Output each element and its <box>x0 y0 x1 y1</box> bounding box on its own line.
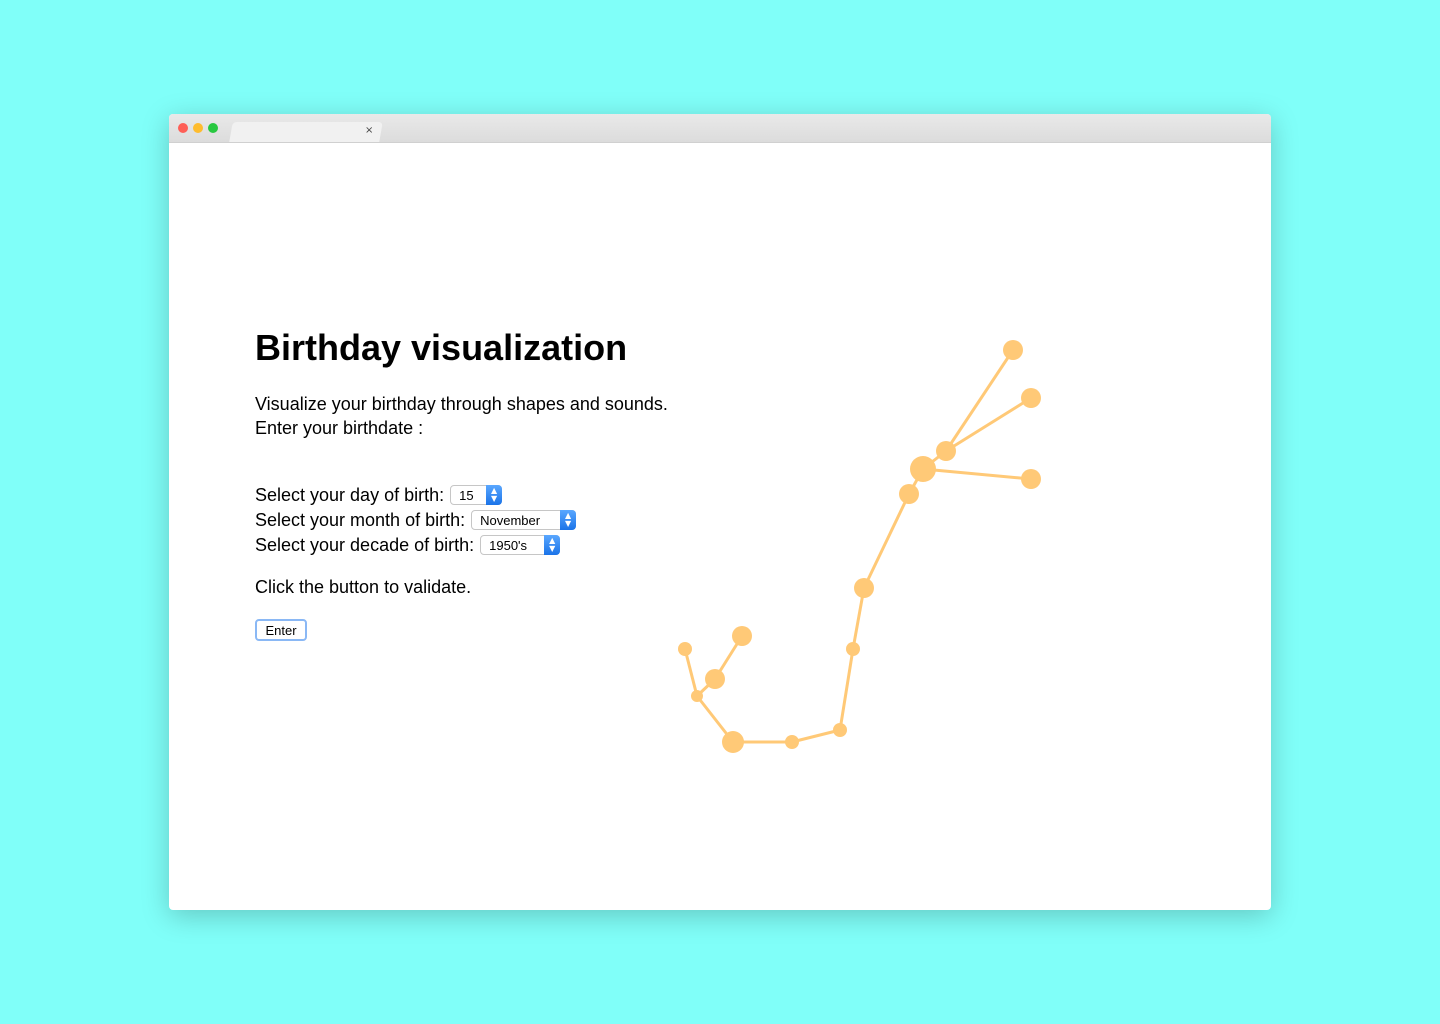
constellation-line <box>683 648 699 697</box>
constellation-star <box>854 578 874 598</box>
constellation-star <box>785 735 799 749</box>
browser-tab[interactable] <box>229 122 383 142</box>
browser-window: × Birthday visualization Visualize your … <box>169 114 1271 910</box>
constellation-star <box>691 690 703 702</box>
constellation-star <box>1003 340 1023 360</box>
constellation-star <box>722 731 744 753</box>
constellation-star <box>732 626 752 646</box>
constellation-star <box>846 642 860 656</box>
constellation-star <box>678 642 692 656</box>
constellation-line <box>944 349 1015 452</box>
day-row: Select your day of birth: 15 ▲ ▼ <box>255 483 503 507</box>
decade-select-value: 1950's <box>489 537 528 553</box>
constellation-star <box>1021 469 1041 489</box>
constellation-star <box>899 484 919 504</box>
birthdate-prompt: Enter your birthdate : <box>255 418 424 438</box>
constellation-lines <box>683 349 1032 744</box>
chevron-up-down-icon: ▲ ▼ <box>486 485 503 505</box>
month-label: Select your month of birth: <box>255 509 466 530</box>
page-title: Birthday visualization <box>255 327 628 368</box>
chevron-up-down-icon: ▲ ▼ <box>544 535 561 555</box>
constellation-star <box>1021 388 1041 408</box>
tab-close-icon[interactable]: × <box>365 124 373 138</box>
month-select[interactable]: November ▲ ▼ <box>471 510 577 530</box>
constellation-line <box>862 493 911 589</box>
month-select-value: November <box>480 512 541 528</box>
constellation-star <box>910 456 936 482</box>
maximize-window-button[interactable] <box>208 123 218 133</box>
close-window-button[interactable] <box>178 123 188 133</box>
enter-button[interactable]: Enter <box>255 619 307 641</box>
constellation-line <box>922 467 1032 481</box>
intro-text: Visualize your birthday through shapes a… <box>255 394 668 414</box>
page-content: Birthday visualization Visualize your bi… <box>169 143 1271 910</box>
decade-select[interactable]: 1950's ▲ ▼ <box>480 535 561 555</box>
constellation-star <box>705 669 725 689</box>
constellation-line <box>945 396 1032 453</box>
title-bar: × <box>169 114 1271 143</box>
day-label: Select your day of birth: <box>255 484 445 505</box>
day-select-value: 15 <box>459 487 474 503</box>
decade-label: Select your decade of birth: <box>255 534 475 555</box>
constellation-line <box>838 648 855 731</box>
constellation-star <box>833 723 847 737</box>
decade-row: Select your decade of birth: 1950's ▲ ▼ <box>255 533 561 557</box>
constellation-star <box>936 441 956 461</box>
chevron-up-down-icon: ▲ ▼ <box>560 510 577 530</box>
day-select[interactable]: 15 ▲ ▼ <box>450 485 503 505</box>
minimize-window-button[interactable] <box>193 123 203 133</box>
validate-instruction: Click the button to validate. <box>255 577 472 597</box>
constellation-stars <box>678 340 1041 753</box>
constellation-line <box>791 728 841 744</box>
month-row: Select your month of birth: November ▲ ▼ <box>255 508 577 532</box>
